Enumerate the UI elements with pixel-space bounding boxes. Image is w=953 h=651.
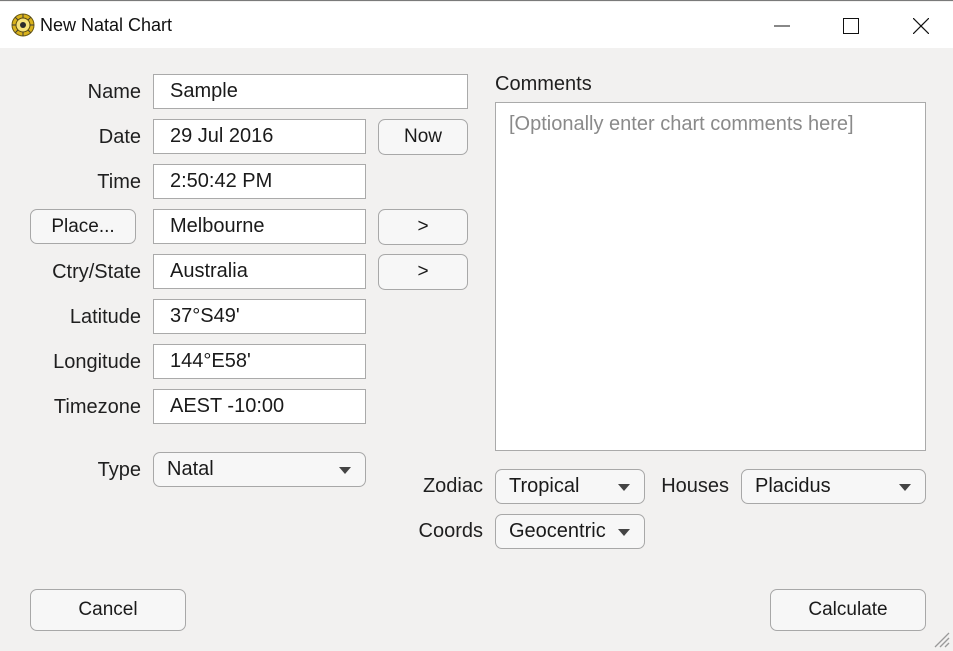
- window-title: New Natal Chart: [40, 15, 173, 35]
- country-state-input[interactable]: Australia: [153, 254, 366, 289]
- country-lookup-button[interactable]: >: [378, 254, 468, 290]
- now-button[interactable]: Now: [378, 119, 468, 155]
- resize-grip-icon[interactable]: [930, 628, 950, 648]
- date-input[interactable]: 29 Jul 2016: [153, 119, 366, 154]
- type-select-value: Natal: [167, 458, 214, 480]
- chevron-down-icon: [618, 483, 630, 491]
- close-button[interactable]: [893, 3, 949, 49]
- zodiac-select[interactable]: Tropical: [495, 469, 645, 504]
- timezone-input[interactable]: AEST -10:00: [153, 389, 366, 424]
- minimize-icon: [774, 25, 790, 27]
- timezone-label: Timezone: [53, 396, 141, 418]
- type-label: Type: [97, 459, 141, 481]
- houses-select-value: Placidus: [755, 475, 831, 497]
- maximize-button[interactable]: [823, 3, 879, 49]
- houses-select[interactable]: Placidus: [741, 469, 926, 504]
- chevron-down-icon: [899, 483, 911, 491]
- date-label: Date: [98, 126, 141, 148]
- zodiac-wheel-icon: [11, 13, 35, 37]
- title-bar[interactable]: New Natal Chart: [0, 2, 953, 48]
- time-input[interactable]: 2:50:42 PM: [153, 164, 366, 199]
- maximize-icon: [843, 18, 859, 34]
- zodiac-label: Zodiac: [422, 475, 483, 497]
- longitude-input[interactable]: 144°E58': [153, 344, 366, 379]
- comments-label: Comments: [495, 73, 592, 95]
- new-natal-chart-window: New Natal Chart Name Sample Date 29 Jul …: [0, 0, 953, 651]
- close-icon: [913, 18, 929, 34]
- cancel-button[interactable]: Cancel: [30, 589, 186, 631]
- zodiac-select-value: Tropical: [509, 475, 580, 497]
- place-lookup-button[interactable]: >: [378, 209, 468, 245]
- type-select[interactable]: Natal: [153, 452, 366, 487]
- calculate-button[interactable]: Calculate: [770, 589, 926, 631]
- time-label: Time: [97, 171, 141, 193]
- chevron-down-icon: [618, 528, 630, 536]
- coords-select[interactable]: Geocentric: [495, 514, 645, 549]
- name-label: Name: [87, 81, 141, 103]
- place-button[interactable]: Place...: [30, 209, 136, 244]
- latitude-label: Latitude: [69, 306, 141, 328]
- comments-textarea[interactable]: [Optionally enter chart comments here]: [495, 102, 926, 451]
- place-input[interactable]: Melbourne: [153, 209, 366, 244]
- coords-label: Coords: [418, 520, 483, 542]
- minimize-button[interactable]: [754, 3, 810, 49]
- coords-select-value: Geocentric: [509, 520, 606, 542]
- name-input[interactable]: Sample: [153, 74, 468, 109]
- latitude-input[interactable]: 37°S49': [153, 299, 366, 334]
- houses-label: Houses: [661, 475, 729, 497]
- longitude-label: Longitude: [53, 351, 141, 373]
- country-state-label: Ctry/State: [52, 261, 141, 283]
- chevron-down-icon: [339, 466, 351, 474]
